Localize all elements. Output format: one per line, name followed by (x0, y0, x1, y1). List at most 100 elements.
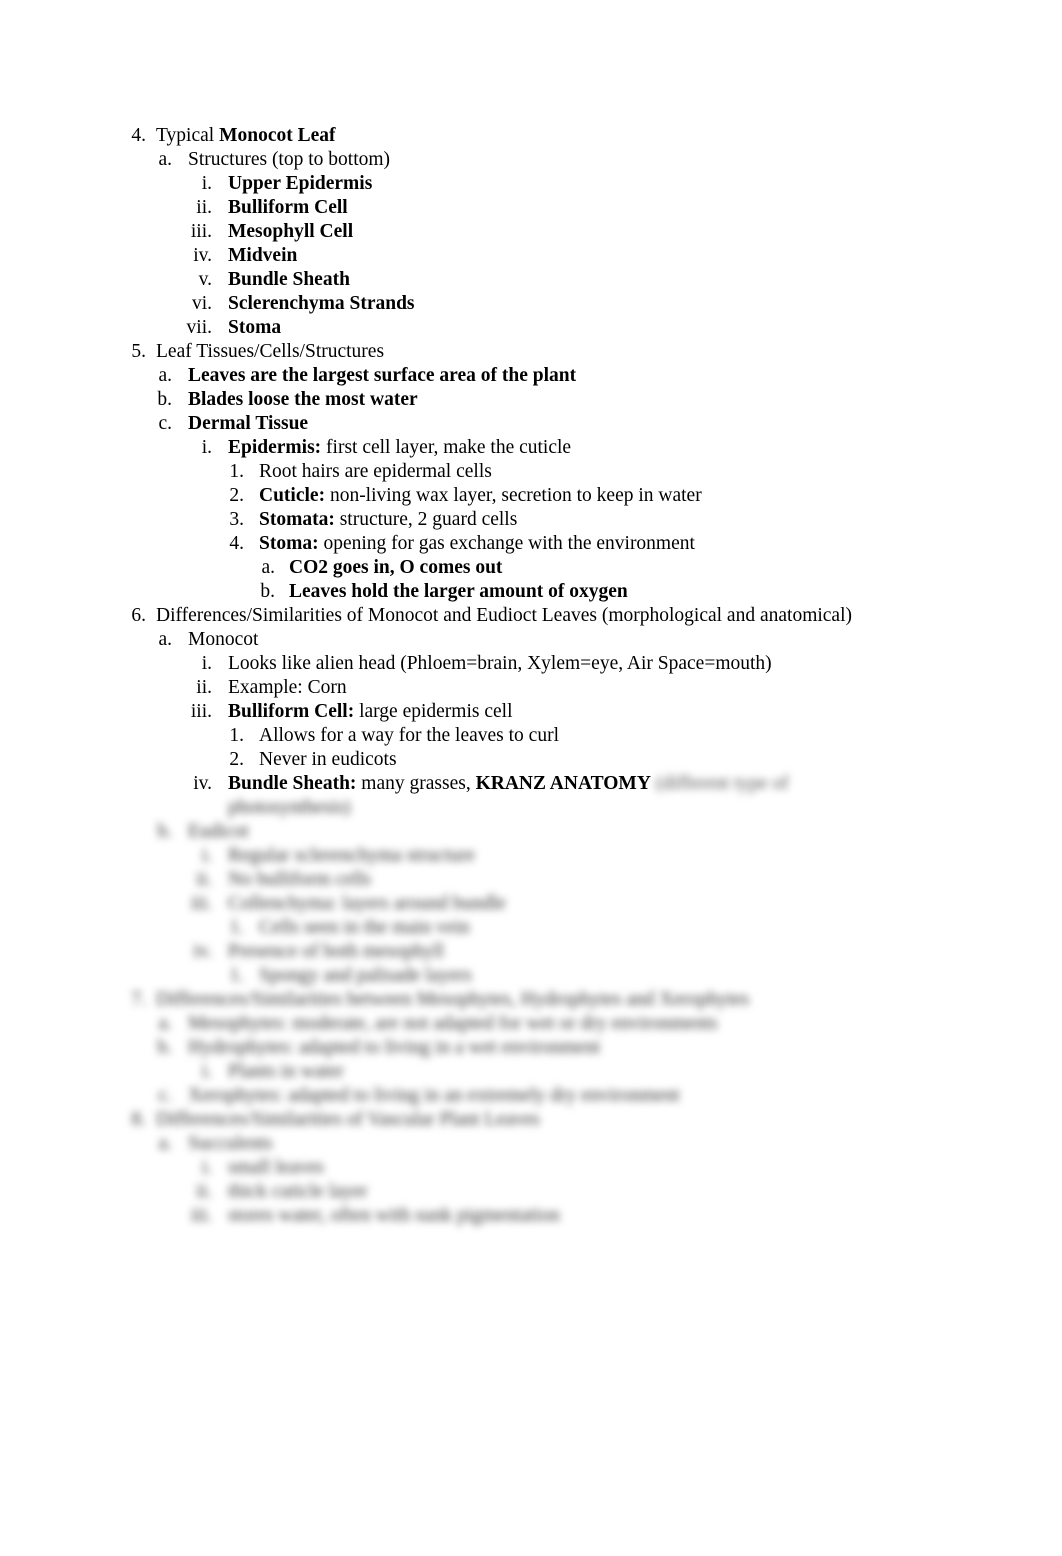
text-run: Never in eudicots (259, 749, 397, 770)
item-text: Blades loose the most water (188, 388, 418, 412)
outline-item: i. Regular sclerenchyma structure (0, 844, 1062, 868)
text-run: Structures (top to bottom) (188, 149, 391, 170)
text-run: Differences/Similarities of Monocot and … (156, 605, 853, 626)
blurred-item-text: Succulents (188, 1133, 273, 1154)
blurred-item-text: Differences/Similarities between Mesophy… (156, 989, 750, 1010)
list-marker: 1. (229, 461, 244, 482)
list-marker: i. (201, 437, 212, 458)
item-text: Sclerenchyma Strands (228, 292, 415, 316)
item-text: Looks like alien head (Phloem=brain, Xyl… (228, 652, 772, 676)
item-text: Bundle Sheath (228, 268, 350, 292)
item-text: Root hairs are epidermal cells (259, 460, 492, 484)
bold-text: Upper Epidermis (228, 173, 373, 194)
item-text: Leaves are the largest surface area of t… (188, 364, 576, 388)
blurred-item-text: Differences/Similarities of Vascular Pla… (156, 1109, 540, 1130)
list-marker: vii. (186, 317, 212, 338)
text-run: large epidermis cell (354, 701, 513, 722)
list-marker: 7. (131, 989, 146, 1010)
item-text: Structures (top to bottom) (188, 148, 390, 172)
item-text: Allows for a way for the leaves to curl (259, 724, 559, 748)
text-run: (different type of (650, 773, 789, 794)
list-marker: iii. (190, 893, 212, 914)
item-text: Typical Monocot Leaf (156, 124, 336, 148)
bold-text: CO2 goes in, O comes out (289, 557, 503, 578)
blurred-item-text: photosynthesis) (228, 797, 351, 818)
bold-text: Epidermis: (228, 437, 322, 458)
bold-text: Bundle Sheath (228, 269, 350, 290)
item-text: Example: Corn (228, 676, 347, 700)
list-marker: 4. (229, 533, 244, 554)
list-marker: i. (201, 173, 212, 194)
text-run: opening for gas exchange with the enviro… (318, 533, 695, 554)
outline-item: b. Blades loose the most water (0, 388, 1062, 412)
list-marker: i. (201, 653, 212, 674)
list-marker: i. (201, 1157, 212, 1178)
outline-item: ii. thick cuticle layer (0, 1180, 1062, 1204)
outline-item: iii. Mesophyll Cell (0, 220, 1062, 244)
text-run: Allows for a way for the leaves to curl (259, 725, 559, 746)
list-marker: 1. (229, 725, 244, 746)
outline-item: iv. Midvein (0, 244, 1062, 268)
bold-text: KRANZ ANATOMY (475, 773, 651, 794)
outline-item: 6. Differences/Similarities of Monocot an… (0, 604, 1062, 628)
list-marker: iii. (190, 221, 212, 242)
list-marker: iii. (190, 701, 212, 722)
outline-item: 2. Cuticle: non-living wax layer, secreti… (0, 484, 1062, 508)
list-marker: b. (157, 821, 172, 842)
outline-item: b. Eudicot (0, 820, 1062, 844)
list-marker: 3. (229, 509, 244, 530)
outline-item: 2. Never in eudicots (0, 748, 1062, 772)
blurred-item-text: Eudicot (188, 821, 249, 842)
bold-text: Leaves hold the larger amount of oxygen (289, 581, 628, 602)
outline-item: 7. Differences/Similarities between Mesop… (0, 988, 1062, 1012)
blurred-item-text: Xerophytes: adapted to living in an extr… (188, 1085, 680, 1106)
list-marker: 2. (229, 485, 244, 506)
text-run: many grasses, (356, 773, 476, 794)
text-run: Typical (156, 125, 220, 146)
outline-item: 8. Differences/Similarities of Vascular P… (0, 1108, 1062, 1132)
list-marker: 8. (131, 1109, 146, 1130)
list-marker: b. (260, 581, 275, 602)
list-marker: i. (201, 1061, 212, 1082)
blurred-item-text: Presence of both mesophyll (228, 941, 445, 962)
list-marker: b. (157, 389, 172, 410)
item-text: Monocot (188, 628, 258, 652)
list-marker: c. (158, 413, 172, 434)
outline-item: 1. Spongy and palisade layers (0, 964, 1062, 988)
outline-item: i. Upper Epidermis (0, 172, 1062, 196)
outline-item: b. Hydrophytes: adapted to living in a we… (0, 1036, 1062, 1060)
document-page: 4. Typical Monocot Leaf a. Structures (top … (0, 124, 1062, 1228)
list-marker: 4. (131, 125, 146, 146)
outline-item: iv. Presence of both mesophyll (0, 940, 1062, 964)
item-text: Never in eudicots (259, 748, 397, 772)
outline-item: v. Bundle Sheath (0, 268, 1062, 292)
outline-item: iii. stores water, often with sunk pigmen… (0, 1204, 1062, 1228)
list-marker: ii. (196, 677, 212, 698)
bold-text: Stomata: (259, 509, 335, 530)
outline-item: 5. Leaf Tissues/Cells/Structures (0, 340, 1062, 364)
item-text: CO2 goes in, O comes out (289, 556, 502, 580)
item-text: Leaves hold the larger amount of oxygen (289, 580, 628, 604)
blurred-item-text: Collenchyma: layers around bundle (228, 893, 506, 914)
list-marker: ii. (196, 197, 212, 218)
list-marker: a. (158, 1013, 172, 1034)
list-marker: a. (158, 365, 172, 386)
item-text: Stoma (228, 316, 281, 340)
blurred-item-text: Regular sclerenchyma structure (228, 845, 475, 866)
item-text: Cuticle: non-living wax layer, secretion… (259, 484, 702, 508)
item-text: Epidermis: first cell layer, make the cu… (228, 436, 571, 460)
list-marker: b. (157, 1037, 172, 1058)
list-marker: 1. (229, 965, 244, 986)
outline-item: i. Looks like alien head (Phloem=brain, X… (0, 652, 1062, 676)
outline-item: a. Structures (top to bottom) (0, 148, 1062, 172)
list-marker: iv. (193, 773, 212, 794)
list-marker: a. (261, 557, 275, 578)
item-text: Upper Epidermis (228, 172, 372, 196)
list-marker: iv. (193, 245, 212, 266)
blurred-item-text: Mesophytes: moderate, are not adapted fo… (188, 1013, 718, 1034)
bold-text: Bundle Sheath: (228, 773, 357, 794)
outline-item: i. small leaves (0, 1156, 1062, 1180)
text-run: Root hairs are epidermal cells (259, 461, 492, 482)
text-run: non-living wax layer, secretion to keep … (325, 485, 702, 506)
outline-item: a. CO2 goes in, O comes out (0, 556, 1062, 580)
